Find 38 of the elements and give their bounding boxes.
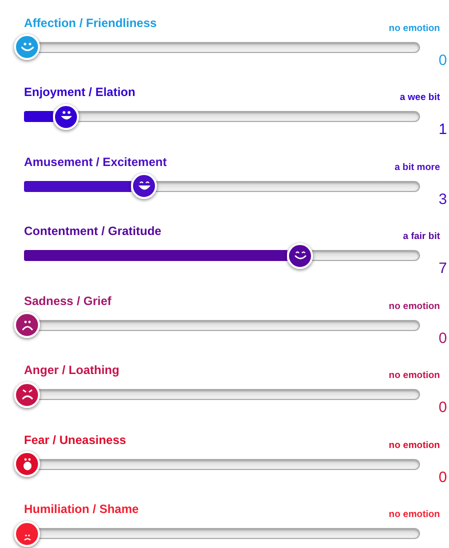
slider-thumb[interactable] bbox=[14, 520, 40, 546]
slider-thumb[interactable] bbox=[53, 104, 79, 130]
slider-thumb[interactable] bbox=[14, 34, 40, 60]
intensity-label: no emotion bbox=[388, 440, 440, 450]
face-icon bbox=[20, 318, 34, 332]
slider-value: 0 bbox=[438, 400, 447, 416]
slider-thumb[interactable] bbox=[14, 312, 40, 338]
intensity-label: no emotion bbox=[388, 509, 440, 520]
intensity-label: no emotion bbox=[388, 22, 440, 34]
emotion-label: Enjoyment / Elation bbox=[24, 85, 136, 99]
emotion-label: Fear / Uneasiness bbox=[24, 432, 126, 446]
emotion-label: Contentment / Gratitude bbox=[24, 224, 162, 238]
emotion-label: Anger / Loathing bbox=[24, 363, 120, 377]
slider-value: 0 bbox=[438, 52, 447, 68]
intensity-label: no emotion bbox=[388, 370, 440, 381]
intensity-label: no emotion bbox=[388, 300, 440, 312]
slider-thumb[interactable] bbox=[287, 242, 313, 268]
emotion-label: Sadness / Grief bbox=[24, 294, 112, 308]
face-icon bbox=[20, 388, 34, 401]
slider-value: 1 bbox=[438, 122, 447, 138]
face-icon bbox=[20, 40, 34, 54]
slider-value: 0 bbox=[438, 330, 447, 346]
face-icon bbox=[294, 249, 306, 262]
slider-thumb[interactable] bbox=[14, 382, 40, 408]
slider-value: 7 bbox=[438, 261, 447, 277]
emotion-label: Humiliation / Shame bbox=[24, 502, 139, 516]
emotion-label: Amusement / Excitement bbox=[24, 154, 167, 168]
intensity-label: a bit more bbox=[394, 162, 440, 172]
intensity-label: a wee bit bbox=[400, 92, 440, 103]
intensity-label: a fair bit bbox=[403, 231, 440, 242]
slider-thumb[interactable] bbox=[131, 173, 157, 199]
face-icon bbox=[138, 180, 150, 192]
slider-value: 3 bbox=[438, 192, 447, 208]
slider-value: 0 bbox=[438, 470, 447, 486]
face-icon bbox=[24, 534, 30, 541]
face-icon bbox=[20, 458, 34, 470]
emotion-label: Affection / Friendliness bbox=[24, 16, 157, 30]
slider-thumb[interactable] bbox=[14, 451, 40, 477]
